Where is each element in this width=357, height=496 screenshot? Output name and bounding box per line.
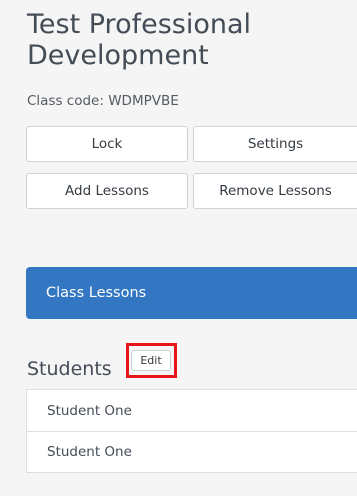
students-heading: Students [27,358,112,380]
lock-button[interactable]: Lock [26,126,188,162]
add-lessons-button[interactable]: Add Lessons [26,173,188,209]
class-lessons-bar[interactable]: Class Lessons [26,267,357,319]
student-list: Student One Student One [26,389,357,473]
student-list-item[interactable]: Student One [27,390,357,431]
student-list-item[interactable]: Student One [27,431,357,472]
class-lessons-label: Class Lessons [46,285,147,301]
remove-lessons-button[interactable]: Remove Lessons [193,173,357,209]
class-code: Class code: WDMPVBE [27,93,179,109]
class-title: Test Professional Development [27,9,252,71]
class-panel: Test Professional Development Class code… [0,0,357,496]
settings-button[interactable]: Settings [193,126,357,162]
edit-students-button[interactable]: Edit [131,350,171,371]
